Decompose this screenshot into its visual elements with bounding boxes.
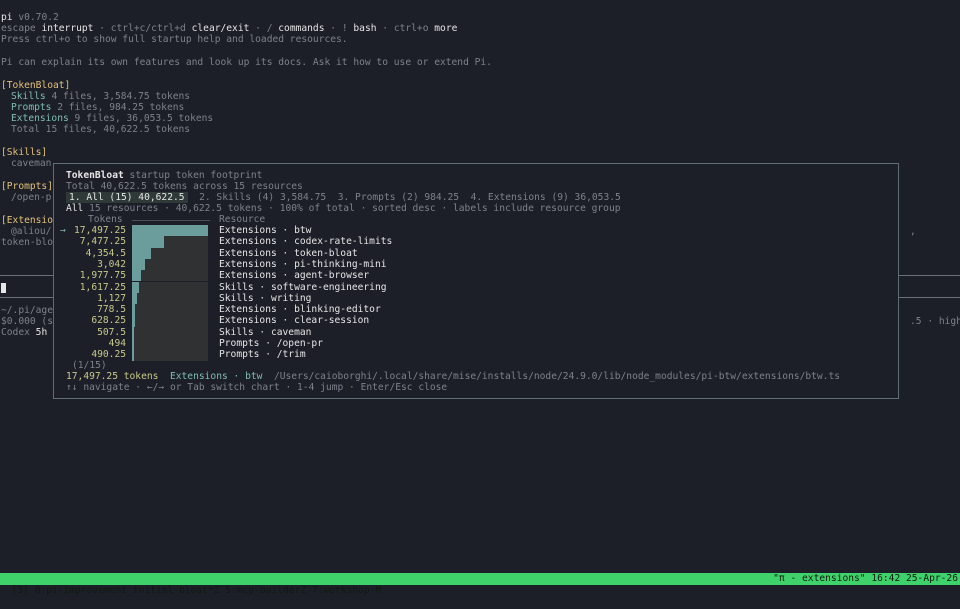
shortcuts-line: escape interrupt · ctrl+c/ctrl+d clear/e…	[1, 23, 458, 34]
bar-track	[132, 326, 208, 338]
bar-track	[132, 236, 208, 248]
tab-skills[interactable]: 2. Skills (4) 3,584.75	[199, 192, 326, 203]
key-hints: ↑↓ navigate · ←/→ or Tab switch chart · …	[66, 382, 448, 393]
bar-value-label: 1,617.25	[79, 281, 126, 293]
bar-track	[132, 225, 208, 237]
overlay-title-line: TokenBloat startup token footprint	[66, 170, 262, 181]
cwd-path: ~/.pi/age	[1, 305, 53, 316]
intro-line: Pi can explain its own features and look…	[1, 57, 492, 68]
skills-item: caveman	[11, 158, 52, 169]
bar-value-label: 1,127	[97, 292, 126, 304]
bar-track	[132, 281, 208, 293]
right-fragment: ,	[910, 226, 916, 237]
window-list[interactable]: [3] 0:pi-improvement_initial-bloat*Z 5:m…	[12, 585, 382, 596]
editor-top-border	[898, 275, 960, 276]
bar-value-label: 17,497.25	[74, 225, 126, 236]
summary-prompts: Prompts 2 files, 984.25 tokens	[11, 102, 185, 113]
resource-label[interactable]: Skills · software-engineering	[219, 282, 387, 293]
tmux-status-bar: [3] 0:pi-improvement_initial-bloat*Z 5:m…	[0, 573, 960, 596]
editor-bottom-border	[0, 297, 53, 298]
bar-track	[132, 338, 208, 350]
bar	[132, 292, 137, 305]
bar-track	[132, 349, 208, 361]
overlay-subtitle: startup token footprint	[129, 170, 263, 181]
tab-all[interactable]: 1. All (15) 40,622.5	[66, 192, 188, 203]
tab-prompts[interactable]: 3. Prompts (2) 984.25	[338, 192, 459, 203]
prompts-section-title: [Prompts]	[1, 181, 53, 192]
bar-value-label: 3,042	[97, 258, 126, 270]
codex-usage: Codex 5h	[1, 327, 48, 338]
extension-item: token-blo	[1, 237, 53, 248]
bar-track	[132, 247, 208, 259]
filter-line: All 15 resources · 40,622.5 tokens · 100…	[66, 203, 621, 214]
resource-label[interactable]: Prompts · /trim	[219, 349, 306, 360]
bar-value-label: 628.25	[91, 315, 126, 327]
bar	[132, 236, 165, 248]
column-rule	[132, 220, 210, 221]
version-line: pi v0.70.2	[1, 12, 59, 23]
overlay-total: Total 40,622.5 tokens across 15 resource…	[66, 181, 303, 192]
bar-track	[132, 258, 208, 271]
app-version: v0.70.2	[18, 12, 59, 23]
bar-track	[132, 304, 208, 316]
column-header-resource: Resource	[219, 214, 266, 225]
overlay-title: TokenBloat	[66, 170, 124, 181]
resource-label[interactable]: Extensions · codex-rate-limits	[219, 236, 392, 247]
editor-top-border	[0, 275, 53, 276]
resource-label[interactable]: Extensions · blinking-editor	[219, 304, 381, 315]
bar	[132, 258, 146, 271]
editor-bottom-border	[898, 297, 960, 298]
tab-bar: 1. All (15) 40,622.5 2. Skills (4) 3,584…	[66, 192, 621, 203]
resource-label[interactable]: Skills · writing	[219, 293, 311, 304]
column-header-tokens: Tokens	[88, 214, 123, 225]
resource-label[interactable]: Extensions · pi-thinking-mini	[219, 259, 387, 270]
tokenbloat-section-title: [TokenBloat]	[1, 80, 71, 91]
help-line: Press ctrl+o to show full startup help a…	[1, 34, 348, 45]
bar-value-label: 1,977.75	[79, 270, 126, 282]
prompts-item: /open-p	[11, 192, 52, 203]
resource-label[interactable]: Extensions · agent-browser	[219, 270, 369, 281]
bar	[132, 247, 151, 259]
resource-label[interactable]: Extensions · token-bloat	[219, 248, 358, 259]
bar	[132, 270, 141, 282]
bar	[132, 281, 140, 293]
resource-label[interactable]: Extensions · btw	[219, 225, 311, 236]
extensions-section-title: [Extensio	[1, 215, 53, 226]
bar-value-label: 494	[108, 338, 126, 349]
resource-label[interactable]: Skills · caveman	[219, 327, 311, 338]
resource-label[interactable]: Extensions · clear-session	[219, 315, 369, 326]
summary-extensions: Extensions 9 files, 36,053.5 tokens	[11, 113, 214, 124]
resource-label[interactable]: Prompts · /open-pr	[219, 338, 323, 349]
cost-line: $0.000 (s	[1, 316, 53, 327]
bar-value-label: 507.5	[97, 326, 126, 338]
app-name: pi	[1, 12, 13, 23]
bar-track	[132, 270, 208, 282]
selected-detail: 17,497.25 tokens Extensions · btw /Users…	[66, 371, 841, 382]
bar-track	[132, 315, 208, 327]
text-cursor[interactable]	[1, 283, 6, 293]
bar	[132, 304, 136, 316]
bar	[132, 225, 208, 237]
summary-skills: Skills 4 files, 3,584.75 tokens	[11, 91, 191, 102]
bar-value-label: 778.5	[97, 304, 126, 316]
status-clock: "π - extensions" 16:42 25-Apr-26	[773, 573, 958, 584]
model-fragment: .5 · high	[910, 316, 960, 327]
extension-item: @aliou/	[11, 226, 52, 237]
bar	[132, 326, 135, 338]
bar-value-label: 490.25	[91, 349, 126, 361]
bar-track	[132, 292, 208, 305]
bar-value-label: 7,477.25	[79, 236, 126, 248]
bar	[132, 338, 135, 350]
bar	[132, 349, 135, 361]
skills-section-title: [Skills]	[1, 147, 48, 158]
bar-value-label: 4,354.5	[85, 247, 126, 259]
list-position: (1/15)	[72, 360, 107, 371]
tab-extensions[interactable]: 4. Extensions (9) 36,053.5	[471, 192, 621, 203]
summary-total: Total 15 files, 40,622.5 tokens	[11, 124, 191, 135]
bar	[132, 315, 135, 327]
tokenbloat-overlay[interactable]: TokenBloat startup token footprint Total…	[53, 163, 899, 399]
